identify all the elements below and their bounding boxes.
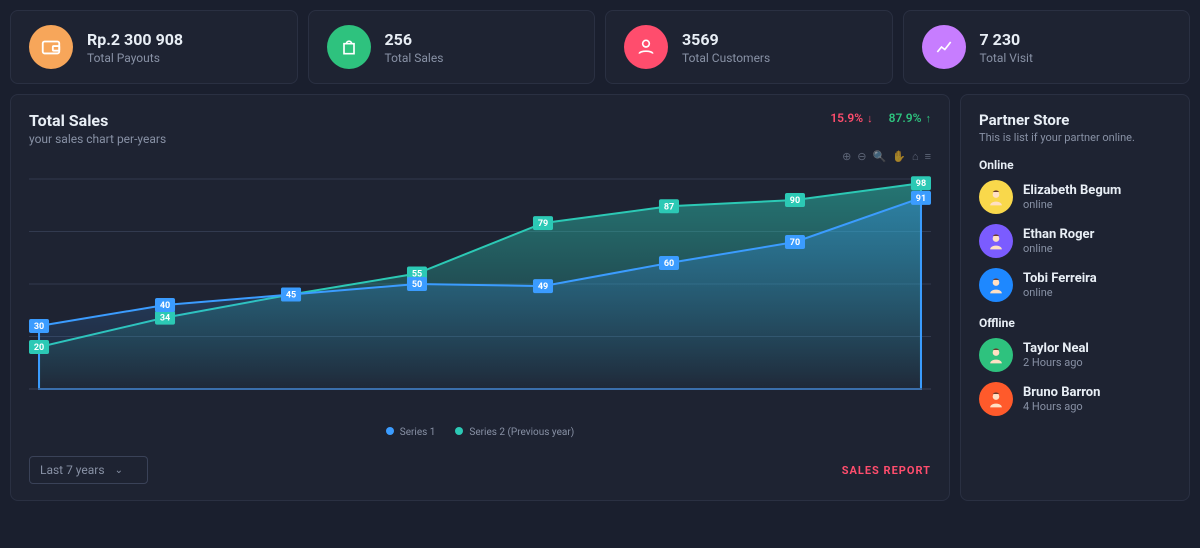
partner-status: online [1023, 198, 1121, 211]
stat-card-1: 256 Total Sales [308, 10, 596, 84]
svg-text:91: 91 [916, 194, 926, 204]
avatar [979, 382, 1013, 416]
offline-section-label: Offline [979, 316, 1171, 330]
partner-status: online [1023, 242, 1094, 255]
zoom-in-icon[interactable]: ⊕ [842, 150, 851, 163]
svg-text:90: 90 [790, 196, 800, 206]
avatar [979, 268, 1013, 302]
sales-chart-panel: Total Sales your sales chart per-years 1… [10, 94, 950, 501]
zoom-out-icon[interactable]: ⊖ [857, 150, 866, 163]
avatar [979, 224, 1013, 258]
partner-status: 4 Hours ago [1023, 400, 1100, 413]
period-selector[interactable]: Last 7 years ⌄ [29, 456, 148, 484]
svg-text:79: 79 [538, 219, 548, 229]
stat-value: 256 [385, 30, 444, 49]
chart-toolbar: ⊕ ⊖ 🔍 ✋ ⌂ ≡ [29, 150, 931, 163]
home-icon[interactable]: ⌂ [912, 150, 919, 163]
stat-label: Total Visit [980, 51, 1033, 65]
wallet-icon [29, 25, 73, 69]
stat-value: 7 230 [980, 30, 1033, 49]
svg-text:20: 20 [34, 343, 44, 353]
online-section-label: Online [979, 158, 1171, 172]
partner-row[interactable]: Bruno Barron4 Hours ago [979, 382, 1171, 416]
partner-status: 2 Hours ago [1023, 356, 1089, 369]
svg-text:98: 98 [916, 179, 926, 189]
chevron-down-icon: ⌄ [115, 465, 123, 476]
chart-legend: Series 1 Series 2 (Previous year) [29, 427, 931, 438]
stat-label: Total Sales [385, 51, 444, 65]
chart-subtitle: your sales chart per-years [29, 132, 166, 146]
avatar [979, 338, 1013, 372]
chart-title: Total Sales [29, 111, 166, 130]
stat-label: Total Payouts [87, 51, 183, 65]
svg-text:87: 87 [664, 202, 674, 212]
user-icon [624, 25, 668, 69]
partner-name: Taylor Neal [1023, 341, 1089, 356]
partner-row[interactable]: Elizabeth Begumonline [979, 180, 1171, 214]
partner-store-panel: Partner Store This is list if your partn… [960, 94, 1190, 501]
stat-card-2: 3569 Total Customers [605, 10, 893, 84]
svg-text:70: 70 [790, 238, 800, 248]
svg-text:45: 45 [286, 291, 296, 301]
menu-icon[interactable]: ≡ [925, 150, 931, 163]
stat-down: 15.9%↓ [830, 111, 872, 125]
partner-name: Tobi Ferreira [1023, 271, 1097, 286]
svg-text:60: 60 [664, 259, 674, 269]
partner-name: Bruno Barron [1023, 385, 1100, 400]
stat-up: 87.9%↑ [889, 111, 931, 125]
partner-row[interactable]: Taylor Neal2 Hours ago [979, 338, 1171, 372]
partner-title: Partner Store [979, 111, 1171, 129]
partner-name: Elizabeth Begum [1023, 183, 1121, 198]
partner-status: online [1023, 286, 1097, 299]
svg-text:40: 40 [160, 301, 170, 311]
stat-value: Rp.2 300 908 [87, 30, 183, 49]
stat-value: 3569 [682, 30, 770, 49]
partner-row[interactable]: Ethan Rogeronline [979, 224, 1171, 258]
stat-card-3: 7 230 Total Visit [903, 10, 1191, 84]
partner-name: Ethan Roger [1023, 227, 1094, 242]
bag-icon [327, 25, 371, 69]
avatar [979, 180, 1013, 214]
svg-text:50: 50 [412, 280, 422, 290]
partner-subtitle: This is list if your partner online. [979, 131, 1171, 144]
sales-report-link[interactable]: SALES REPORT [842, 464, 931, 477]
partner-row[interactable]: Tobi Ferreiraonline [979, 268, 1171, 302]
sales-chart: 20344555798790983040455049607091 [29, 169, 931, 419]
stat-label: Total Customers [682, 51, 770, 65]
chart-icon [922, 25, 966, 69]
stat-card-0: Rp.2 300 908 Total Payouts [10, 10, 298, 84]
pan-icon[interactable]: ✋ [892, 150, 906, 163]
zoom-icon[interactable]: 🔍 [873, 150, 887, 163]
svg-text:30: 30 [34, 322, 44, 332]
svg-text:49: 49 [538, 282, 548, 292]
svg-text:34: 34 [160, 314, 170, 324]
